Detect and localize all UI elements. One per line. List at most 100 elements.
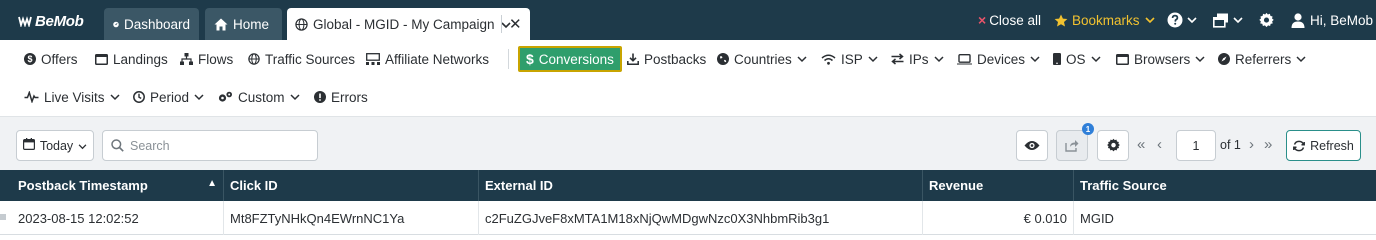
landing-page-icon xyxy=(95,53,108,65)
gear-icon xyxy=(1259,12,1274,27)
nav-label: IPs xyxy=(909,51,929,67)
nav-countries[interactable]: Countries xyxy=(717,48,807,70)
nav-browsers[interactable]: Browsers xyxy=(1116,48,1205,70)
refresh-label: Refresh xyxy=(1310,138,1354,153)
clock-icon xyxy=(133,91,145,103)
first-page-icon[interactable]: « xyxy=(1137,137,1145,152)
windows-icon xyxy=(1213,13,1228,28)
cell-external-id: c2FuZGJveF8xMTA1M18xNjQwMDgwNzc0X3NhbmRi… xyxy=(479,201,923,235)
tab-home[interactable]: Home xyxy=(205,8,282,40)
column-header-label: Postback Timestamp xyxy=(18,178,148,193)
date-range-dropdown[interactable]: Today xyxy=(16,130,94,161)
nav-devices[interactable]: Devices xyxy=(957,48,1040,70)
column-visibility-button[interactable] xyxy=(1016,130,1048,161)
table-row[interactable]: 2023-08-15 12:02:52 Mt8FZTyNHkQn4EWrnNC1… xyxy=(0,201,1376,235)
close-all-label: Close all xyxy=(989,12,1041,28)
table-header: Postback Timestamp ▲ Click ID External I… xyxy=(0,170,1376,201)
tab-label: Home xyxy=(233,16,270,32)
row-select-handle[interactable] xyxy=(0,214,6,220)
windows-menu-button[interactable] xyxy=(1213,10,1243,30)
search-input[interactable] xyxy=(130,138,310,153)
globe-icon xyxy=(248,53,260,65)
nav-label: Affiliate Networks xyxy=(385,51,490,67)
user-icon xyxy=(1291,12,1305,28)
settings-button[interactable] xyxy=(1258,10,1275,30)
chevron-down-icon xyxy=(1195,55,1205,63)
bemob-logo[interactable]: BeMob xyxy=(18,10,84,32)
tab-campaign-active[interactable]: Global - MGID - My Campaign ✕ xyxy=(287,8,530,40)
nav-live-visits[interactable]: Live Visits xyxy=(24,86,120,108)
column-header-click-id[interactable]: Click ID xyxy=(224,170,479,201)
tab-dashboard[interactable]: Dashboard xyxy=(104,8,199,40)
last-page-icon[interactable]: » xyxy=(1264,137,1272,152)
report-navigation: $ Offers Landings Flows Traffic Sources … xyxy=(0,40,1376,116)
date-range-label: Today xyxy=(39,138,74,153)
next-page-icon[interactable]: › xyxy=(1249,137,1254,152)
nav-referrers[interactable]: Referrers xyxy=(1218,48,1306,70)
nav-errors[interactable]: Errors xyxy=(314,86,368,108)
calendar-icon xyxy=(22,138,35,153)
report-settings-button[interactable] xyxy=(1097,130,1129,161)
chevron-down-icon xyxy=(868,55,878,63)
nav-custom[interactable]: Custom xyxy=(218,86,300,108)
nav-label: Countries xyxy=(734,51,792,67)
cell-revenue: € 0.010 xyxy=(923,201,1074,235)
nav-isp[interactable]: ISP xyxy=(821,48,878,70)
compass-icon xyxy=(1218,53,1230,65)
close-all-button[interactable]: × Close all xyxy=(978,10,1041,30)
refresh-button[interactable]: Refresh xyxy=(1286,130,1361,161)
nav-traffic-sources[interactable]: Traffic Sources xyxy=(248,48,355,70)
star-icon xyxy=(1054,14,1068,26)
column-header-traffic-source[interactable]: Traffic Source xyxy=(1074,170,1376,201)
nav-period[interactable]: Period xyxy=(133,86,204,108)
close-icon: × xyxy=(978,12,987,28)
nav-conversions-active[interactable]: $ Conversions xyxy=(518,46,622,72)
page-number-field[interactable] xyxy=(1176,130,1216,161)
dollar-circle-icon: $ xyxy=(24,53,36,65)
cogs-icon xyxy=(218,91,233,103)
chevron-down-icon xyxy=(110,93,120,101)
nav-landings[interactable]: Landings xyxy=(95,48,168,70)
network-icon xyxy=(366,53,380,65)
nav-offers[interactable]: $ Offers xyxy=(24,48,78,70)
column-header-revenue[interactable]: Revenue xyxy=(923,170,1074,201)
close-tab-icon[interactable]: ✕ xyxy=(509,15,522,33)
nav-postbacks[interactable]: Postbacks xyxy=(627,48,706,70)
bemob-logo-icon xyxy=(18,16,32,27)
dashboard-icon xyxy=(113,21,119,27)
nav-label: Period xyxy=(150,89,190,105)
help-menu-button[interactable] xyxy=(1167,10,1197,30)
search-box[interactable] xyxy=(102,130,318,161)
chevron-down-icon xyxy=(1030,55,1040,63)
page-number-input[interactable] xyxy=(1178,138,1214,153)
globe-icon xyxy=(295,17,308,31)
nav-label: OS xyxy=(1066,51,1086,67)
nav-affiliate-networks[interactable]: Affiliate Networks xyxy=(366,48,489,70)
nav-label: Postbacks xyxy=(644,51,707,67)
nav-label: Browsers xyxy=(1134,51,1191,67)
export-button[interactable] xyxy=(1056,130,1088,161)
nav-label: Devices xyxy=(977,51,1026,67)
nav-ips[interactable]: IPs xyxy=(891,48,944,70)
share-icon xyxy=(1065,140,1079,152)
eye-icon xyxy=(1024,141,1040,150)
nav-os[interactable]: OS xyxy=(1053,48,1101,70)
export-count-badge: 1 xyxy=(1082,123,1094,135)
previous-page-icon[interactable]: ‹ xyxy=(1157,137,1162,152)
nav-label: Flows xyxy=(198,51,234,67)
column-header-postback-timestamp[interactable]: Postback Timestamp ▲ xyxy=(12,170,224,201)
nav-flows[interactable]: Flows xyxy=(180,48,233,70)
nav-label: Live Visits xyxy=(44,89,105,105)
nav-label: Conversions xyxy=(538,51,614,67)
nav-label: Referrers xyxy=(1235,51,1292,67)
chevron-down-icon xyxy=(1090,55,1101,63)
bookmarks-label: Bookmarks xyxy=(1072,12,1140,28)
user-menu-button[interactable]: Hi, BeMob xyxy=(1291,10,1373,30)
nav-label: Custom xyxy=(238,89,285,105)
column-header-external-id[interactable]: External ID xyxy=(479,170,923,201)
chevron-down-icon xyxy=(797,55,807,63)
chevron-down-icon xyxy=(289,93,300,101)
report-toolbar: Today « ‹ of 1 › » Refresh xyxy=(0,116,1376,170)
bookmarks-button[interactable]: Bookmarks xyxy=(1054,10,1155,30)
chevron-down-icon xyxy=(1144,16,1155,23)
